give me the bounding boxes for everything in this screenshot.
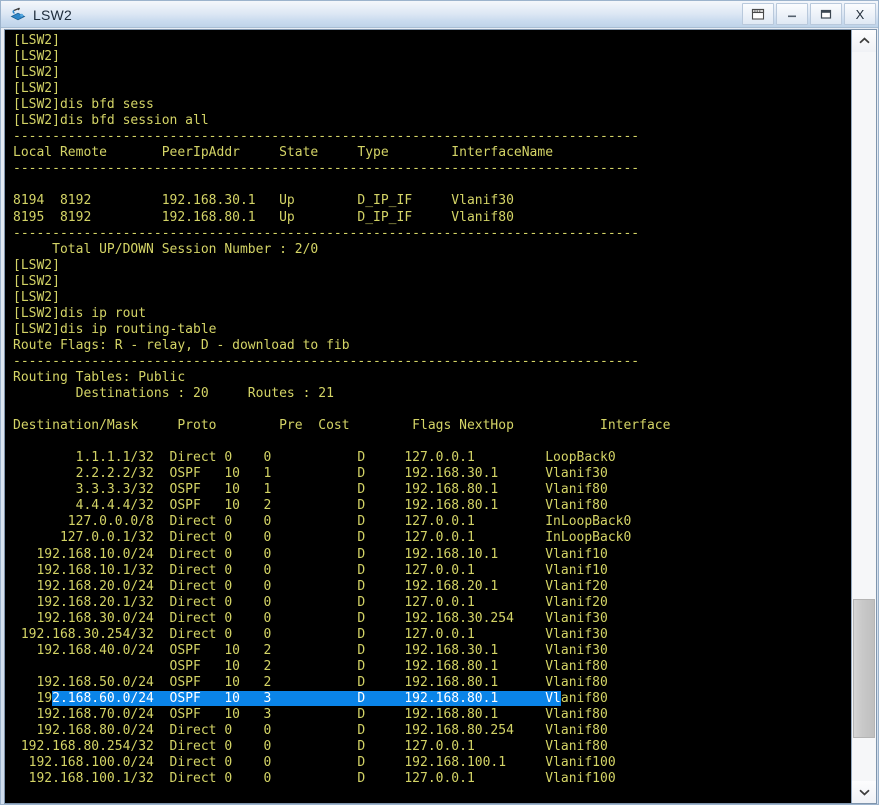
- terminal-scrollbar[interactable]: [851, 30, 876, 803]
- terminal-output-area[interactable]: [LSW2] [LSW2] [LSW2] [LSW2] [LSW2]dis bfd se…: [5, 30, 851, 803]
- scrollbar-track[interactable]: [852, 52, 876, 781]
- window-title: LSW2: [33, 6, 72, 23]
- restore-down-button[interactable]: [742, 3, 774, 25]
- titlebar-left-group: LSW2: [9, 1, 72, 28]
- window-controls: X: [740, 3, 876, 25]
- terminal-screen: [LSW2] [LSW2] [LSW2] [LSW2] [LSW2]dis bfd se…: [13, 33, 671, 787]
- close-icon: X: [855, 6, 865, 22]
- switch-icon: [9, 6, 27, 24]
- scroll-up-arrow-icon[interactable]: [852, 30, 876, 52]
- console-window: LSW2 X [LSW2] [LSW2] [LSW2] [LSW2] [LSW2…: [0, 0, 879, 805]
- window-titlebar[interactable]: LSW2 X: [1, 1, 878, 28]
- minimize-button[interactable]: [776, 3, 808, 25]
- maximize-button[interactable]: [810, 3, 842, 25]
- scroll-down-arrow-icon[interactable]: [852, 781, 876, 803]
- close-button[interactable]: X: [844, 3, 876, 25]
- terminal-frame: [LSW2] [LSW2] [LSW2] [LSW2] [LSW2]dis bfd se…: [4, 29, 877, 804]
- scrollbar-thumb[interactable]: [853, 599, 875, 738]
